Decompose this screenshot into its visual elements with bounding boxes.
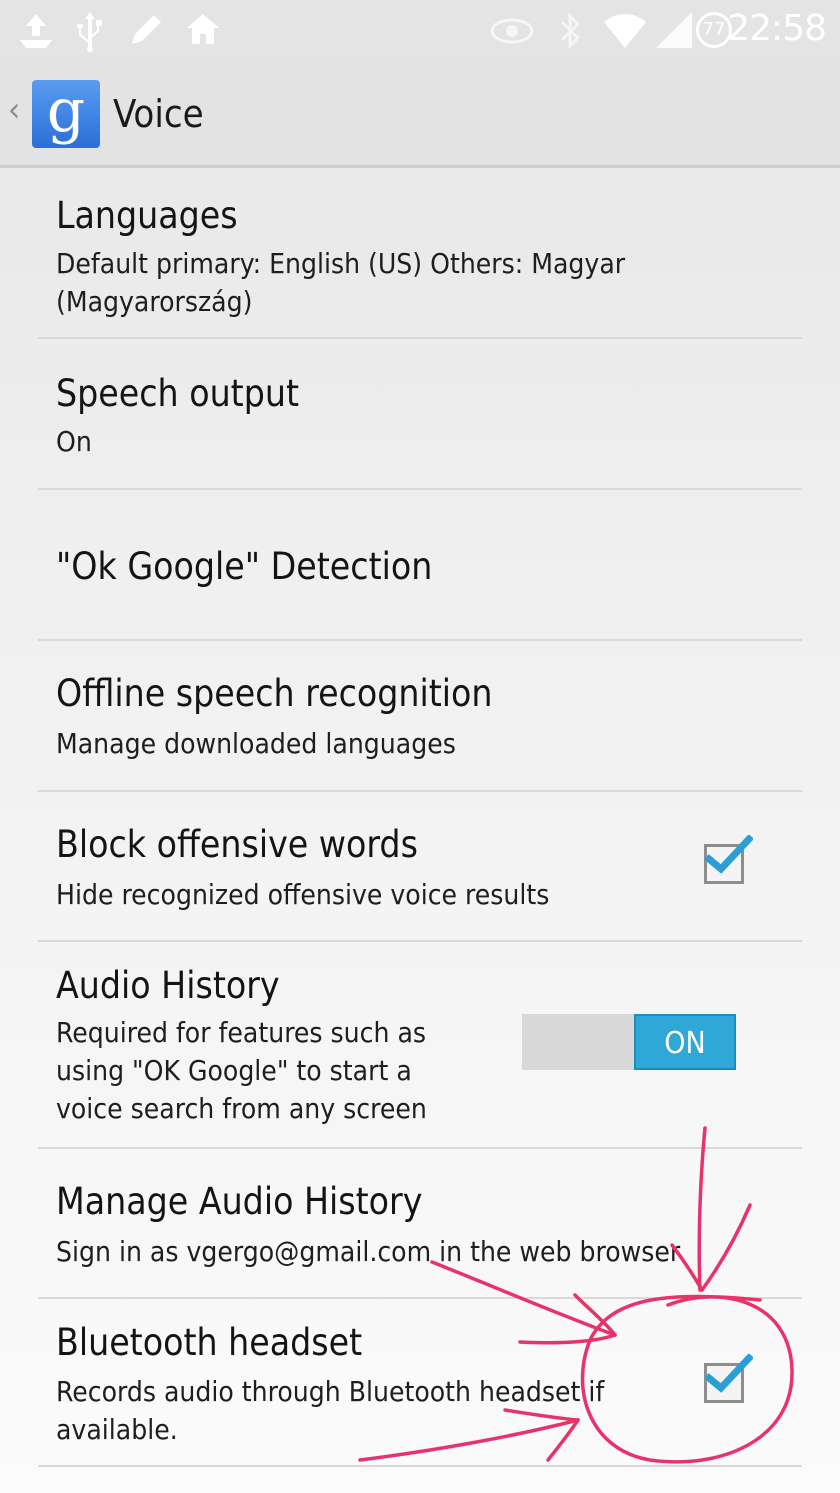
block-offensive-checkbox[interactable] [704,835,753,884]
setting-subtitle: Default primary: English (US) Others: Ma… [56,247,626,318]
setting-block-offensive[interactable]: Block offensive words Hide recognized of… [38,792,802,942]
status-time: 22:58 [727,8,827,49]
setting-title: Offline speech recognition [56,672,493,715]
action-bar: ‹ g Voice [0,60,840,168]
checkmark-icon [705,1354,753,1393]
wifi-icon [604,14,646,48]
home-icon [187,14,219,44]
setting-ok-google-detection[interactable]: "Ok Google" Detection [38,490,802,641]
upload-icon [20,14,52,48]
audio-history-toggle[interactable]: ON [522,1014,736,1070]
setting-bluetooth-headset[interactable]: Bluetooth headset Records audio through … [38,1299,802,1467]
setting-subtitle: Sign in as vgergo@gmail.com in the web b… [56,1235,681,1268]
setting-title: "Ok Google" Detection [56,545,433,588]
setting-title: Bluetooth headset [56,1321,363,1364]
usb-icon [77,12,102,53]
setting-manage-audio-history[interactable]: Manage Audio History Sign in as vgergo@g… [38,1149,802,1299]
setting-audio-history[interactable]: Audio History Required for features such… [38,942,802,1149]
logo-letter: g [46,76,86,146]
setting-languages[interactable]: Languages Default primary: English (US) … [38,168,802,339]
setting-speech-output[interactable]: Speech output On [38,339,802,490]
bluetooth-headset-checkbox[interactable] [704,1354,753,1403]
signal-icon [656,12,692,48]
setting-offline-speech[interactable]: Offline speech recognition Manage downlo… [38,641,802,792]
page-title: Voice [113,92,204,136]
setting-subtitle: Records audio through Bluetooth headset … [56,1375,605,1446]
setting-title: Audio History [56,964,280,1007]
setting-title: Block offensive words [56,823,418,866]
pencil-icon [132,15,161,44]
bluetooth-icon [560,12,581,50]
google-logo-icon[interactable]: g [32,76,100,148]
setting-title: Languages [56,194,238,237]
toggle-on-label: ON [634,1014,736,1070]
setting-subtitle: Hide recognized offensive voice results [56,878,550,911]
setting-subtitle: Required for features such as using "OK … [56,1016,427,1125]
setting-subtitle: Manage downloaded languages [56,727,456,760]
setting-title: Manage Audio History [56,1180,423,1223]
back-icon[interactable]: ‹ [8,90,20,130]
eye-icon [490,18,534,44]
setting-subtitle: On [56,425,92,458]
checkmark-icon [705,835,753,874]
status-bar: 77 22:58 [0,0,840,60]
setting-title: Speech output [56,372,300,415]
